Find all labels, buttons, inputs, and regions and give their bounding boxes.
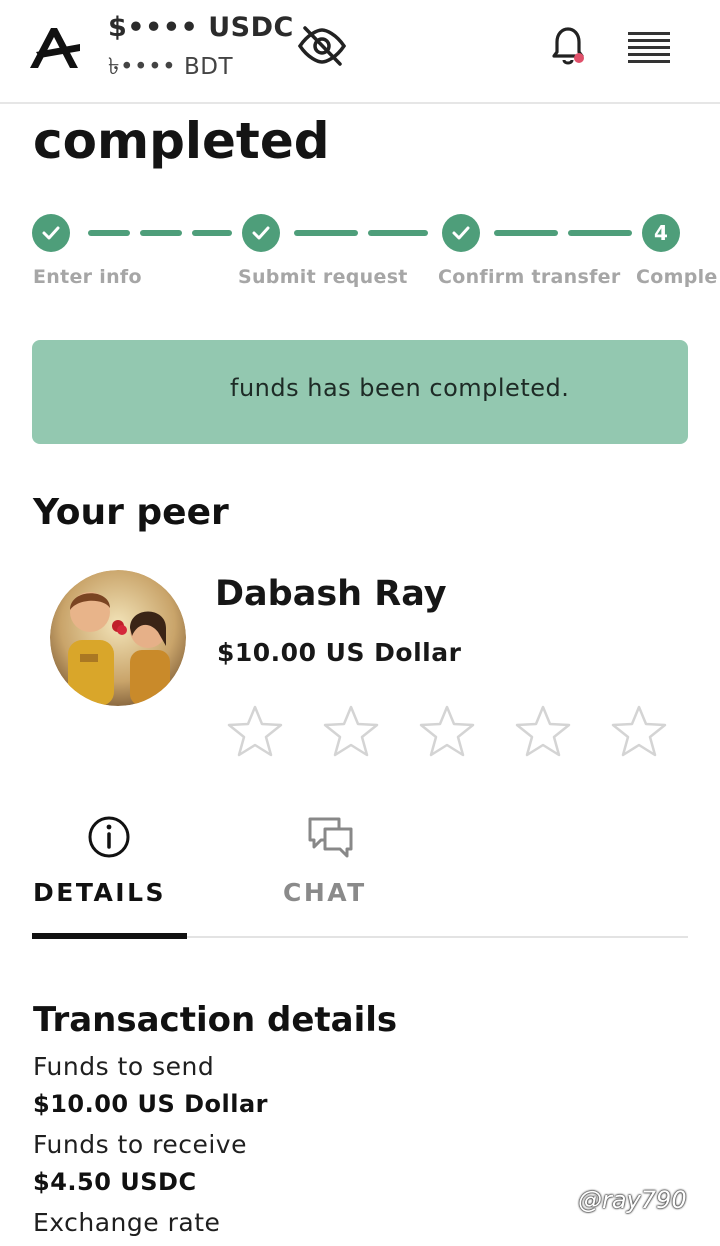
step-connector — [140, 230, 182, 236]
transaction-details-title: Transaction details — [33, 1000, 398, 1040]
step-4-number: 4 — [642, 214, 680, 252]
tab-chat-label: CHAT — [283, 878, 367, 907]
chat-icon — [308, 817, 353, 858]
star-icon[interactable] — [322, 704, 380, 758]
step-label-confirm-transfer: Confirm transfer — [438, 266, 621, 288]
exchange-rate-label: Exchange rate — [33, 1208, 221, 1237]
active-tab-indicator — [32, 933, 187, 939]
status-banner-text: funds has been completed. — [230, 374, 570, 402]
star-icon[interactable] — [418, 704, 476, 758]
avatar[interactable] — [50, 570, 186, 706]
eye-off-icon[interactable] — [296, 24, 348, 68]
star-icon[interactable] — [226, 704, 284, 758]
step-connector — [294, 230, 358, 236]
watermark: @ray790 — [578, 1186, 687, 1214]
step-connector — [88, 230, 130, 236]
bell-icon[interactable] — [546, 22, 592, 70]
step-connector — [368, 230, 428, 236]
funds-to-receive-value: $4.50 USDC — [33, 1168, 197, 1196]
balance-bdt: ৳•••• BDT — [108, 54, 234, 80]
peer-amount: $10.00 US Dollar — [217, 638, 462, 667]
step-connector — [494, 230, 558, 236]
step-label-submit-request: Submit request — [238, 266, 408, 288]
peer-name: Dabash Ray — [215, 574, 447, 614]
funds-to-send-label: Funds to send — [33, 1052, 215, 1081]
step-3-check-icon — [442, 214, 480, 252]
step-connector — [192, 230, 232, 236]
step-1-check-icon — [32, 214, 70, 252]
notification-dot — [574, 53, 584, 63]
tab-details-label: DETAILS — [33, 878, 167, 907]
info-icon — [88, 816, 130, 858]
star-icon[interactable] — [514, 704, 572, 758]
step-connector — [568, 230, 632, 236]
balance-usdc: $•••• USDC — [108, 12, 294, 43]
page-title: completed — [33, 112, 330, 170]
menu-icon[interactable] — [626, 30, 672, 64]
step-label-enter-info: Enter info — [33, 266, 142, 288]
step-label-complete: Comple — [636, 266, 718, 288]
funds-to-send-value: $10.00 US Dollar — [33, 1090, 268, 1118]
step-2-check-icon — [242, 214, 280, 252]
funds-to-receive-label: Funds to receive — [33, 1130, 247, 1159]
star-icon[interactable] — [610, 704, 668, 758]
logo-icon[interactable] — [26, 22, 84, 72]
peer-section-title: Your peer — [33, 492, 229, 533]
